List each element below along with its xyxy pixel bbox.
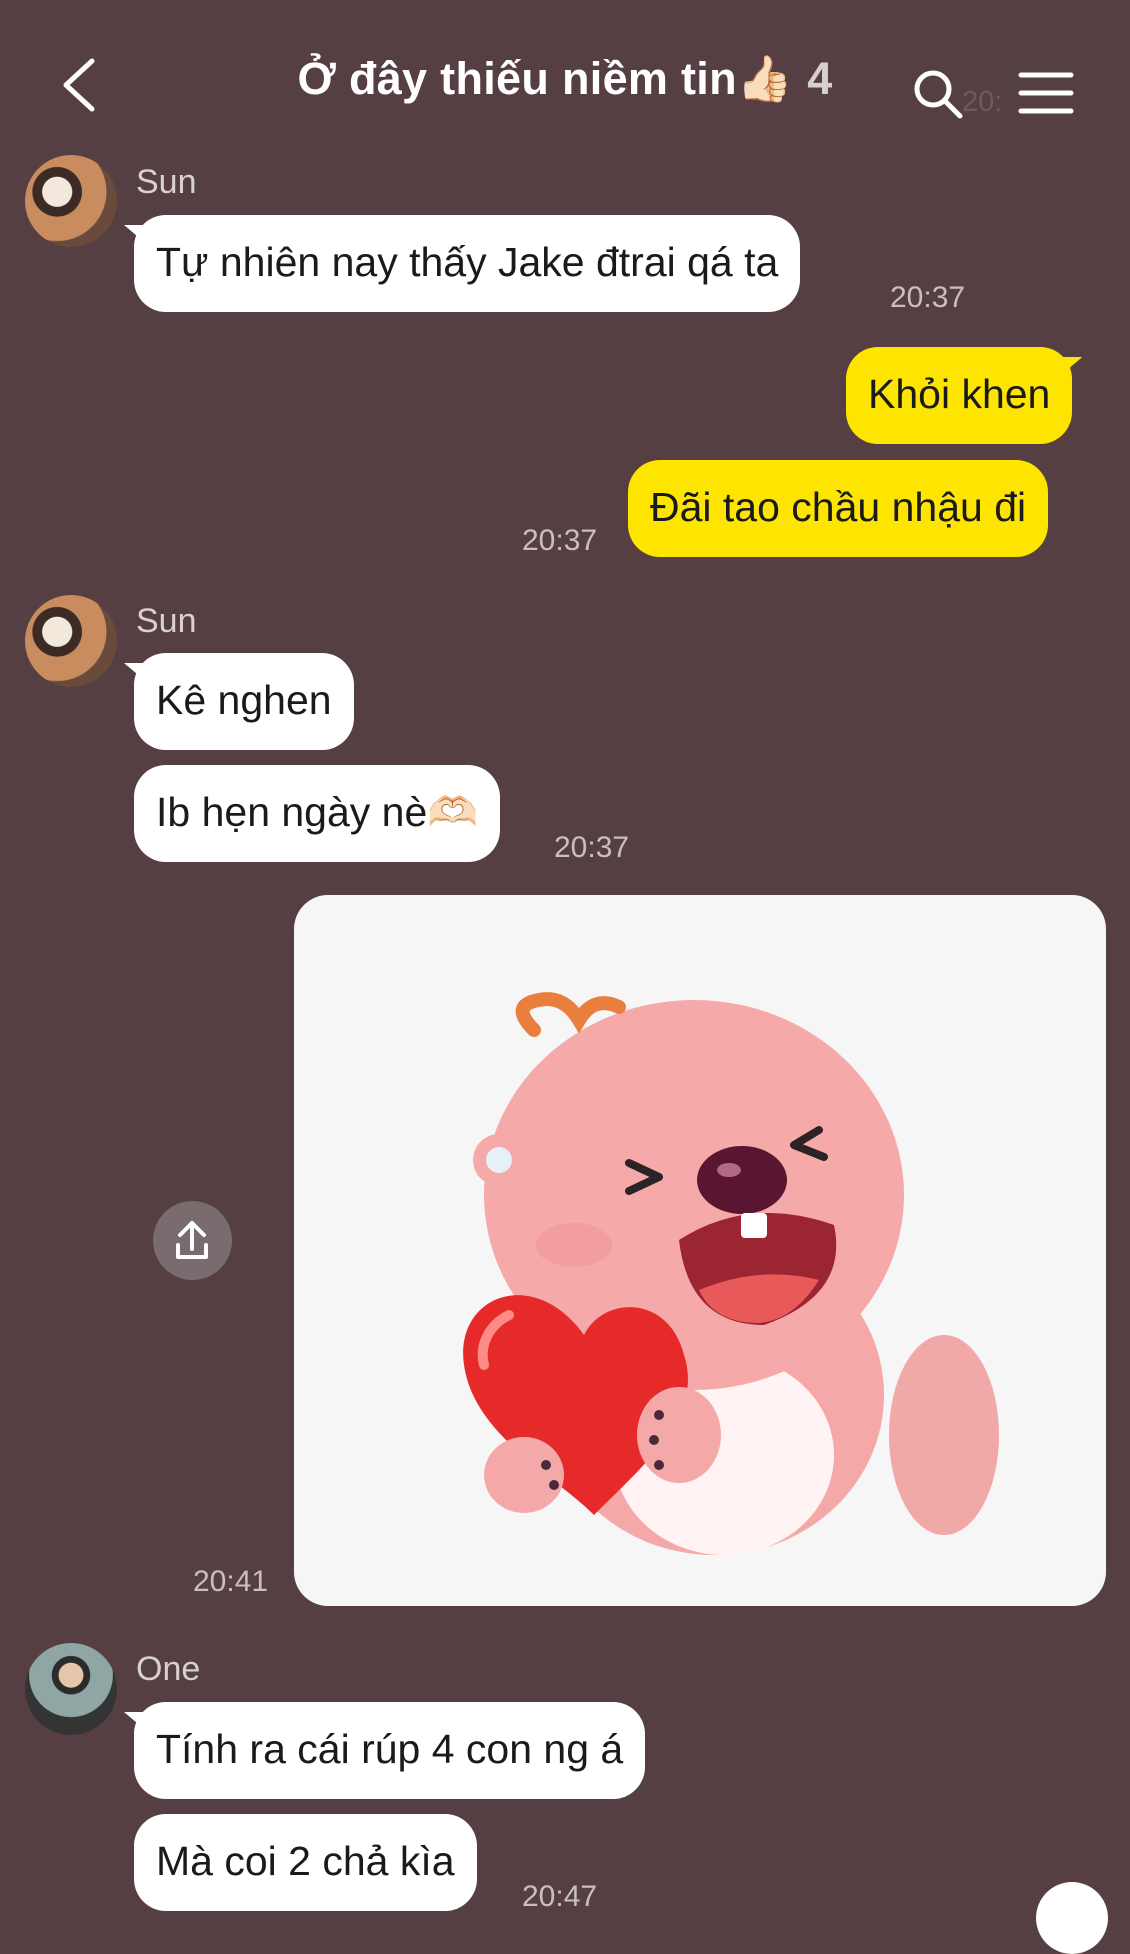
sender-name: One [136,1650,201,1688]
sticker-image[interactable] [294,895,1106,1606]
search-icon[interactable] [910,66,966,122]
beaver-heart-sticker [463,992,999,1555]
sender-name: Sun [136,163,197,201]
avatar-one[interactable] [25,1643,117,1735]
my-message-bubble[interactable]: Đãi tao chầu nhậu đi [628,460,1049,557]
message-bubble[interactable]: Tính ra cái rúp 4 con ng á [134,1702,646,1799]
message-time: 20:37 [554,831,630,864]
ghost-timestamp: 20: [962,86,1003,118]
avatar-sun[interactable] [25,595,117,687]
message-time: 20:41 [193,1565,269,1598]
member-count: 4 [807,53,833,104]
share-icon [176,1221,208,1259]
menu-icon[interactable] [1018,70,1074,116]
chat-title-text: Ở đây thiếu niềm tin👍🏻 [297,53,794,104]
scroll-down-button[interactable] [1036,1882,1108,1954]
message-time: 20:37 [890,281,966,314]
my-message-bubble[interactable]: Khỏi khen [846,347,1073,444]
message-bubble[interactable]: Ib hẹn ngày nè🫶🏻 [134,765,501,862]
message-bubble[interactable]: Mà coi 2 chả kìa [134,1814,477,1911]
avatar-sun[interactable] [25,155,117,247]
share-button[interactable] [153,1201,232,1280]
message-time: 20:37 [522,524,598,557]
message-time: 20:47 [522,1880,598,1913]
message-bubble[interactable]: Kê nghen [134,653,354,750]
message-bubble[interactable]: Tự nhiên nay thấy Jake đtrai qá ta [134,215,801,312]
sender-name: Sun [136,602,197,640]
